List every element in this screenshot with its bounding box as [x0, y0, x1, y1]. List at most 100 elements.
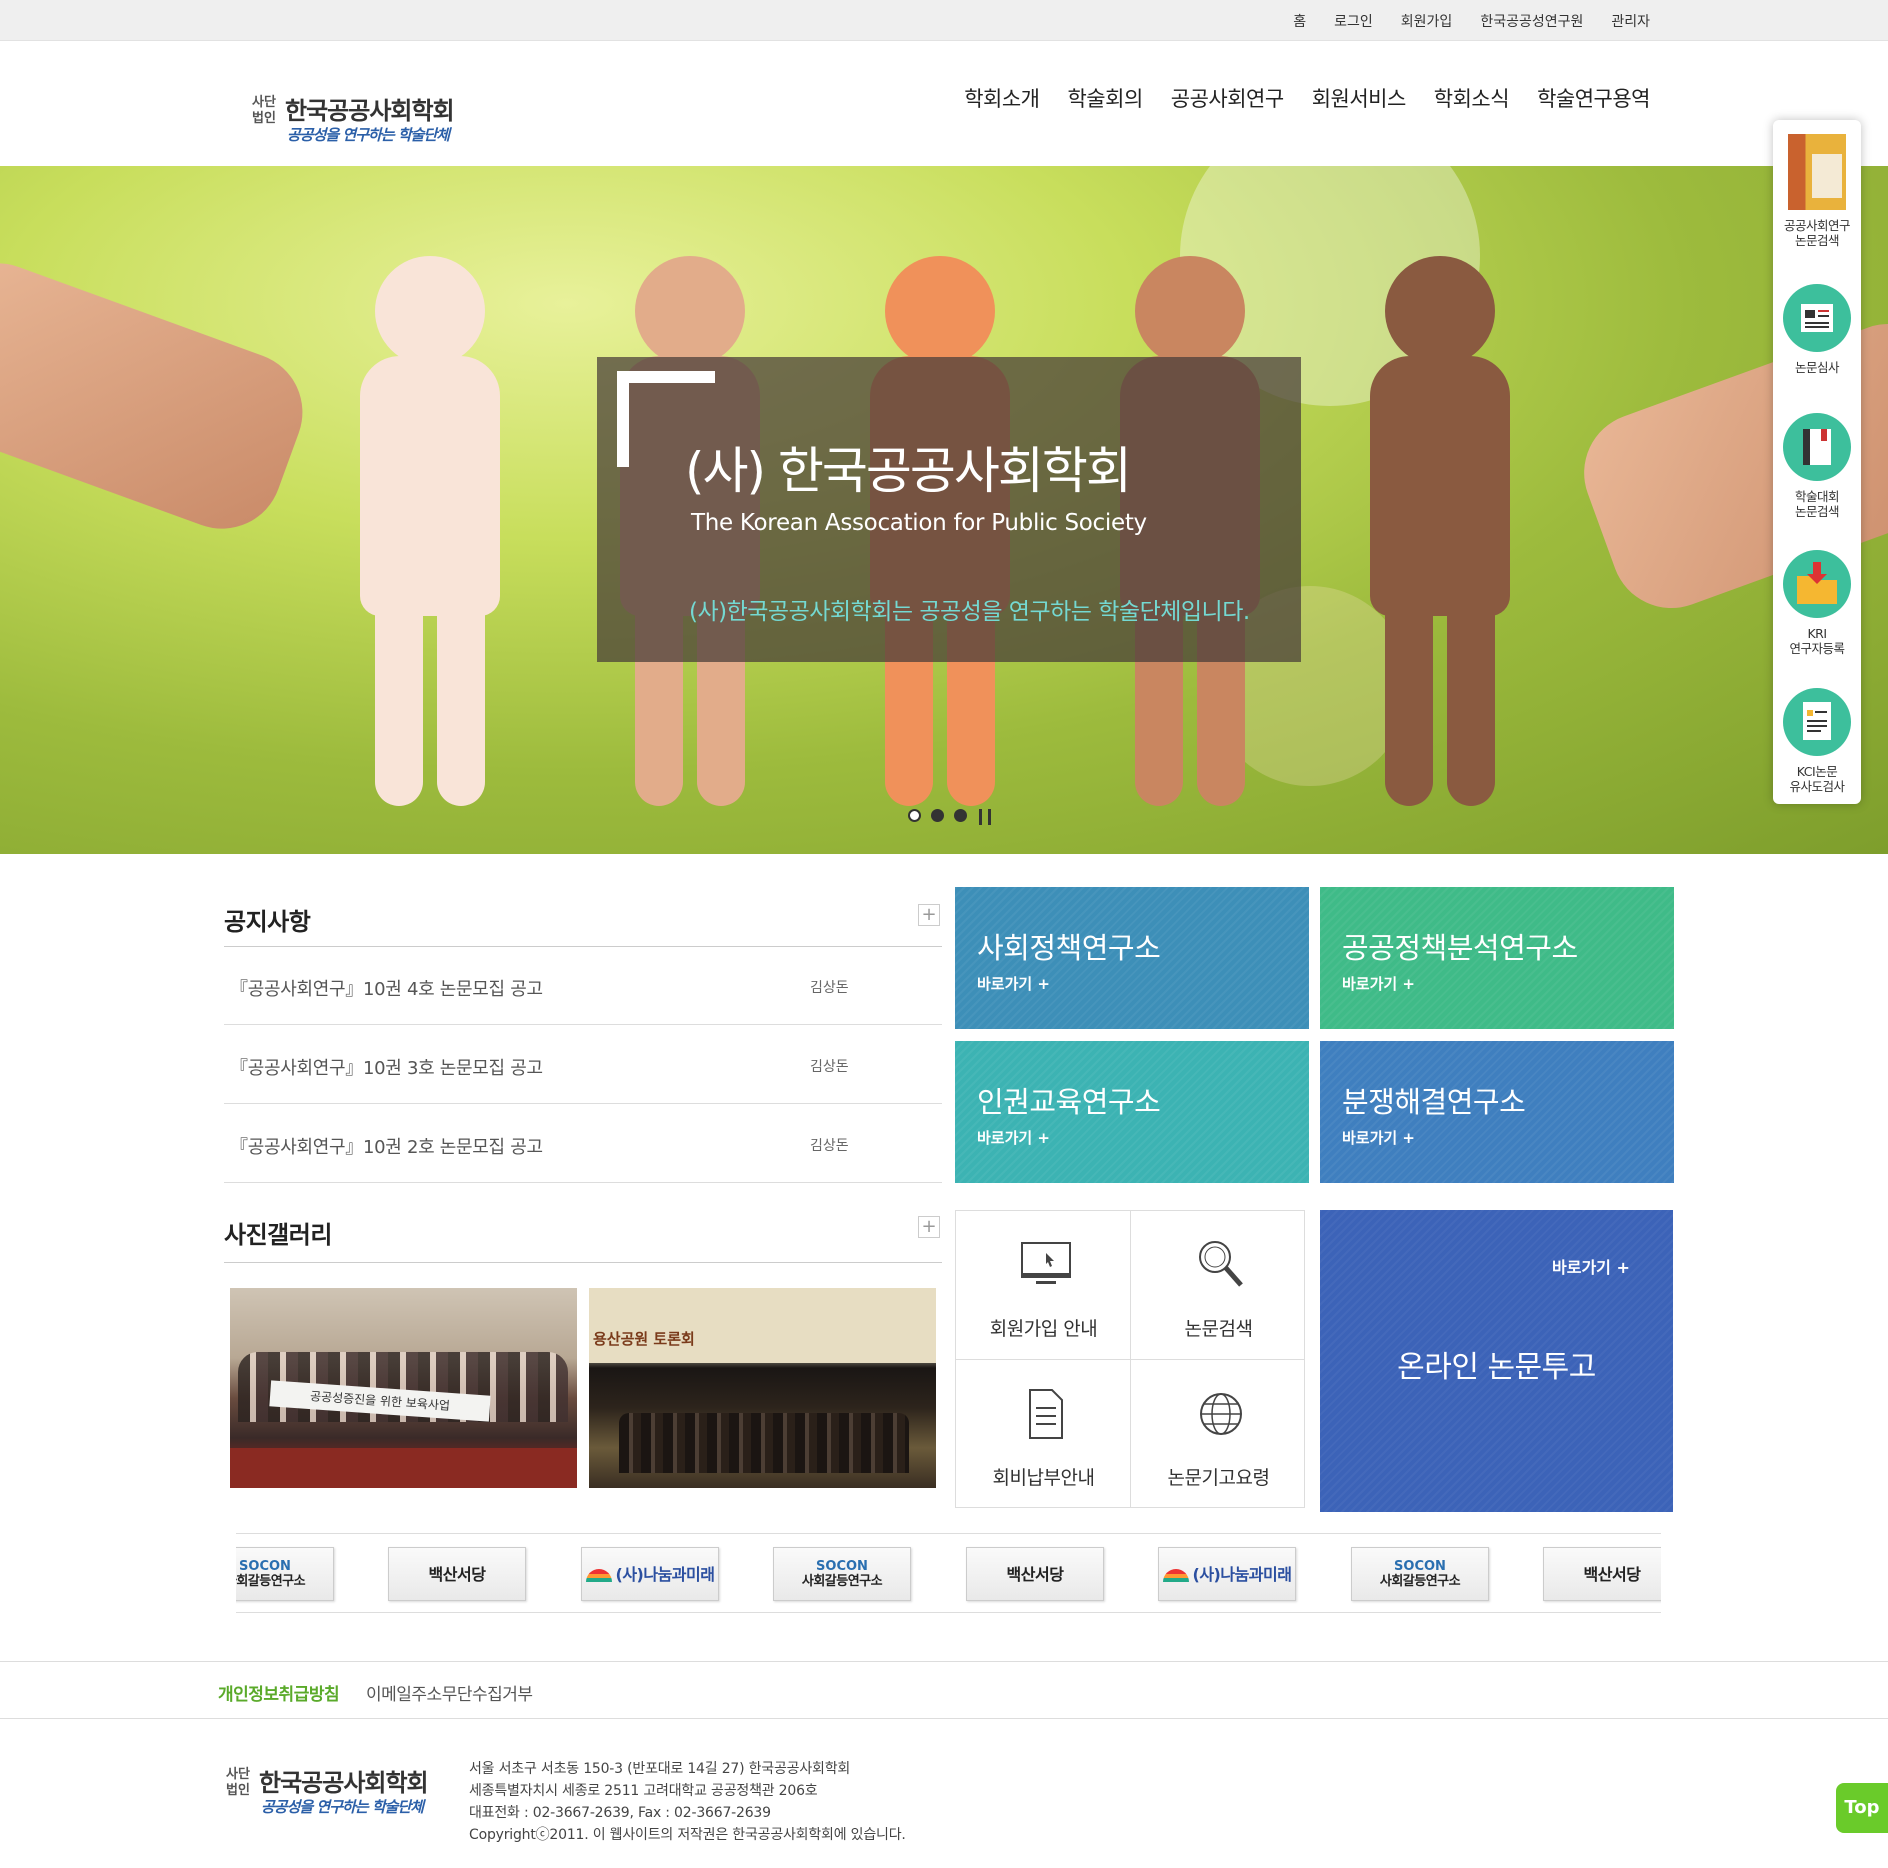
notice-item-author: 김상돈: [810, 1138, 849, 1154]
quick-link-fee[interactable]: 회비납부안내: [956, 1360, 1131, 1509]
newspaper-icon: [1783, 284, 1851, 352]
photo-crowd: [619, 1413, 909, 1473]
left-hand: [0, 246, 320, 546]
baeksan-name: 백산서당: [1006, 1565, 1064, 1584]
notice-item-title[interactable]: 『공공사회연구』10권 4호 논문모집 공고: [230, 975, 543, 1001]
quick-link-label: 회비납부안내: [992, 1467, 1095, 1489]
quick-conference-search[interactable]: 학술대회 논문검색: [1773, 413, 1861, 519]
banner-socon[interactable]: SOCON 사회갈등연구소: [236, 1547, 334, 1601]
document-check-icon: [1783, 688, 1851, 756]
slider-controls: [908, 809, 991, 825]
quick-label: 연구자등록: [1789, 641, 1845, 656]
quick-paper-review[interactable]: 논문심사: [1773, 284, 1861, 375]
tile-link[interactable]: 바로가기 +: [1342, 1127, 1415, 1148]
sun-logo-icon: [585, 1569, 612, 1582]
site-logo[interactable]: 사단법인 한국공공사회학회 공공성을 연구하는 학술단체: [249, 91, 464, 151]
scroll-top-button[interactable]: Top: [1836, 1783, 1888, 1833]
quick-journal-search[interactable]: 공공사회연구 논문검색: [1773, 134, 1861, 248]
banner-nanum[interactable]: (사)나눔과미래: [581, 1547, 719, 1601]
tile-conflict-resolution[interactable]: 분쟁해결연구소 바로가기 +: [1320, 1041, 1674, 1183]
nav-member-service[interactable]: 회원서비스: [1312, 83, 1407, 113]
slide-dot[interactable]: [954, 809, 967, 822]
baeksan-name: 백산서당: [1583, 1565, 1641, 1584]
hero-english: The Korean Assocation for Public Society: [691, 510, 1147, 536]
banner-baeksan[interactable]: 백산서당: [1543, 1547, 1661, 1601]
nav-journal[interactable]: 공공사회연구: [1171, 83, 1284, 113]
quick-label: KCI논문: [1796, 764, 1838, 779]
banner-baeksan[interactable]: 백산서당: [966, 1547, 1104, 1601]
document-icon: [1029, 1389, 1063, 1439]
nav-conference[interactable]: 학술회의: [1067, 83, 1143, 113]
banner-socon[interactable]: SOCON 사회갈등연구소: [1351, 1547, 1489, 1601]
quick-link-submission-guide[interactable]: 논문기고요령: [1131, 1360, 1306, 1509]
nanum-name: (사)나눔과미래: [1192, 1565, 1292, 1584]
footer-nav: 개인정보취급방침 이메일주소무단수집거부: [0, 1661, 1888, 1719]
nav-research-service[interactable]: 학술연구용역: [1537, 83, 1650, 113]
login-link[interactable]: 로그인: [1334, 11, 1373, 31]
photo-table: [230, 1448, 577, 1488]
notice-more-button[interactable]: +: [918, 904, 940, 926]
journal-cover-icon: [1788, 134, 1846, 210]
banner-socon[interactable]: SOCON 사회갈등연구소: [773, 1547, 911, 1601]
quick-kci-similarity[interactable]: KCI논문 유사도검사: [1773, 688, 1861, 794]
caption-corner: [617, 371, 629, 467]
signup-link[interactable]: 회원가입: [1401, 11, 1453, 31]
monitor-icon: [1021, 1242, 1071, 1284]
logo-sub: 공공성을 연구하는 학술단체: [287, 126, 450, 144]
hero-description: (사)한국공공사회학회는 공공성을 연구하는 학술단체입니다.: [689, 599, 1250, 625]
institute-link[interactable]: 한국공공성연구원: [1480, 11, 1583, 31]
banner-baeksan[interactable]: 백산서당: [388, 1547, 526, 1601]
photo-stage: 용산공원 토론회: [589, 1288, 936, 1363]
utility-bar: 홈 로그인 회원가입 한국공공성연구원 관리자: [0, 0, 1888, 41]
gallery-photo[interactable]: 공공성증진을 위한 보육사업: [230, 1288, 577, 1488]
nav-news[interactable]: 학회소식: [1434, 83, 1510, 113]
slide-dot[interactable]: [931, 809, 944, 822]
logo-small: 사단법인: [226, 1767, 250, 1798]
tile-human-rights[interactable]: 인권교육연구소 바로가기 +: [955, 1041, 1309, 1183]
sun-logo-icon: [1162, 1569, 1189, 1582]
quick-link-join[interactable]: 회원가입 안내: [956, 1211, 1131, 1360]
nav-about[interactable]: 학회소개: [964, 83, 1040, 113]
photo-caption: 용산공원 토론회: [593, 1330, 695, 1348]
logo-name: 한국공공사회학회: [285, 97, 455, 125]
footer-copyright: Copyrightⓒ2011. 이 웹사이트의 저작권은 한국공공사회학회에 있…: [469, 1827, 906, 1843]
pause-icon[interactable]: [977, 809, 991, 825]
gallery-photo[interactable]: 용산공원 토론회: [589, 1288, 936, 1488]
home-link[interactable]: 홈: [1293, 11, 1306, 31]
socon-name: 사회갈등연구소: [1379, 1574, 1461, 1589]
slide-dot[interactable]: [908, 809, 921, 822]
tile-public-policy[interactable]: 공공정책분석연구소 바로가기 +: [1320, 887, 1674, 1029]
tile-link[interactable]: 바로가기 +: [1342, 973, 1415, 994]
quick-kri-register[interactable]: KRI 연구자등록: [1773, 550, 1861, 656]
person-figure: [330, 256, 530, 816]
tile-social-policy[interactable]: 사회정책연구소 바로가기 +: [955, 887, 1309, 1029]
hero-slider: (사) 한국공공사회학회 The Korean Assocation for P…: [0, 166, 1888, 854]
privacy-policy-link[interactable]: 개인정보취급방침: [218, 1680, 340, 1705]
hero-title: (사) 한국공공사회학회: [685, 442, 1132, 500]
email-refusal-link[interactable]: 이메일주소무단수집거부: [366, 1680, 533, 1705]
online-submission-tile[interactable]: 바로가기 + 온라인 논문투고: [1320, 1210, 1673, 1512]
gallery-title: 사진갤러리: [224, 1221, 332, 1249]
notice-item[interactable]: 『공공사회연구』10권 3호 논문모집 공고 김상돈: [224, 1026, 942, 1104]
banner-nanum[interactable]: (사)나눔과미래: [1158, 1547, 1296, 1601]
notice-item[interactable]: 『공공사회연구』10권 2호 논문모집 공고 김상돈: [224, 1105, 942, 1183]
tile-title: 분쟁해결연구소: [1342, 1085, 1526, 1119]
notice-item-title[interactable]: 『공공사회연구』10권 2호 논문모집 공고: [230, 1133, 543, 1159]
quick-link-label: 논문검색: [1184, 1318, 1253, 1340]
divider: [224, 1262, 942, 1263]
notice-item[interactable]: 『공공사회연구』10권 4호 논문모집 공고 김상돈: [224, 947, 942, 1025]
notice-item-title[interactable]: 『공공사회연구』10권 3호 논문모집 공고: [230, 1054, 543, 1080]
gallery-more-button[interactable]: +: [918, 1216, 940, 1238]
nanum-name: (사)나눔과미래: [615, 1565, 715, 1584]
admin-link[interactable]: 관리자: [1611, 11, 1650, 31]
tile-title: 공공정책분석연구소: [1342, 931, 1578, 965]
tile-link[interactable]: 바로가기 +: [977, 973, 1050, 994]
footer-info: 서울 서초구 서초동 150-3 (반포대로 14길 27) 한국공공사회학회 …: [469, 1758, 906, 1846]
quick-menu: 공공사회연구 논문검색 논문심사 학술대회 논문검색 KRI 연구자등록 KCI…: [1773, 120, 1861, 804]
submission-link[interactable]: 바로가기 +: [1552, 1254, 1630, 1278]
logo-sub: 공공성을 연구하는 학술단체: [261, 1798, 424, 1816]
tile-link[interactable]: 바로가기 +: [977, 1127, 1050, 1148]
quick-label: 공공사회연구: [1783, 218, 1851, 233]
hero-caption: (사) 한국공공사회학회 The Korean Assocation for P…: [597, 357, 1301, 662]
quick-link-paper-search[interactable]: 논문검색: [1131, 1211, 1306, 1360]
